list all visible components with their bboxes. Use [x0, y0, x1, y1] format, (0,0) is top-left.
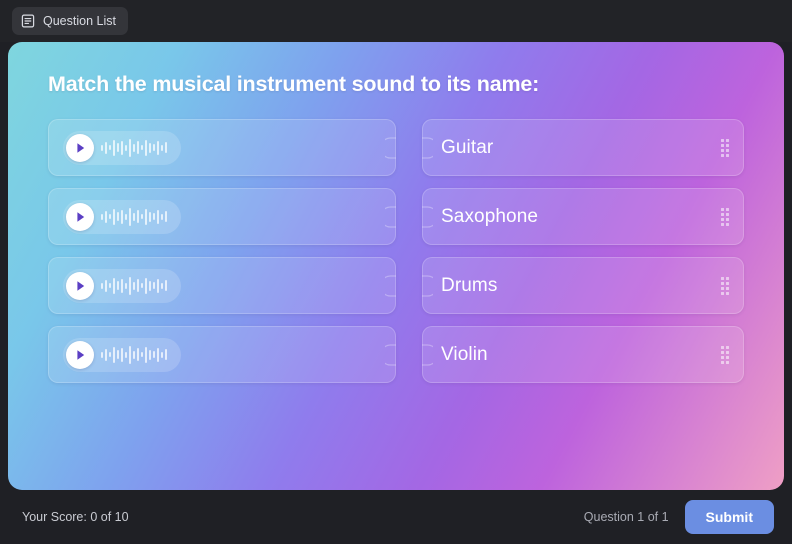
play-icon[interactable]: [66, 133, 94, 162]
answer-label: Drums: [441, 274, 498, 296]
audio-prompt-card[interactable]: [48, 326, 396, 383]
quiz-panel: Match the musical instrument sound to it…: [8, 42, 784, 490]
connector-gap: [396, 326, 422, 383]
top-bar: Question List: [0, 0, 792, 42]
match-row: Violin: [48, 326, 744, 383]
puzzle-notch-left: [422, 274, 439, 297]
puzzle-notch-left: [422, 136, 439, 159]
quiz-panel-container: Match the musical instrument sound to it…: [0, 42, 792, 490]
question-list-label: Question List: [43, 14, 116, 28]
audio-player[interactable]: [63, 337, 181, 372]
puzzle-notch-left: [422, 205, 439, 228]
drag-handle-icon[interactable]: [721, 345, 729, 364]
answer-card[interactable]: Saxophone: [422, 188, 744, 245]
match-row: Drums: [48, 257, 744, 314]
puzzle-notch-right: [379, 343, 396, 366]
footer-actions: Question 1 of 1 Submit: [584, 500, 774, 534]
answer-label: Guitar: [441, 136, 494, 158]
match-row: Saxophone: [48, 188, 744, 245]
audio-player[interactable]: [63, 199, 181, 234]
audio-prompt-card[interactable]: [48, 119, 396, 176]
answer-label: Saxophone: [441, 205, 539, 227]
play-icon[interactable]: [66, 271, 94, 300]
answer-card[interactable]: Drums: [422, 257, 744, 314]
connector-gap: [396, 188, 422, 245]
connector-gap: [396, 119, 422, 176]
puzzle-notch-right: [379, 205, 396, 228]
score-text: Your Score: 0 of 10: [22, 510, 129, 524]
drag-handle-icon[interactable]: [721, 276, 729, 295]
audio-waveform: [101, 138, 167, 158]
drag-handle-icon[interactable]: [721, 207, 729, 226]
audio-player[interactable]: [63, 130, 181, 165]
submit-button[interactable]: Submit: [684, 500, 774, 534]
puzzle-notch-right: [379, 274, 396, 297]
document-list-icon: [21, 14, 35, 28]
match-row: Guitar: [48, 119, 744, 176]
answer-card[interactable]: Guitar: [422, 119, 744, 176]
play-icon[interactable]: [66, 340, 94, 369]
audio-prompt-card[interactable]: [48, 257, 396, 314]
play-icon[interactable]: [66, 202, 94, 231]
footer-bar: Your Score: 0 of 10 Question 1 of 1 Subm…: [0, 490, 792, 544]
puzzle-notch-right: [379, 136, 396, 159]
answer-label: Violin: [441, 343, 488, 365]
question-counter: Question 1 of 1: [583, 510, 669, 524]
drag-handle-icon[interactable]: [721, 138, 729, 157]
audio-player[interactable]: [63, 268, 181, 303]
page-title: Match the musical instrument sound to it…: [48, 72, 540, 96]
question-list-button[interactable]: Question List: [12, 7, 128, 35]
audio-prompt-card[interactable]: [48, 188, 396, 245]
answer-card[interactable]: Violin: [422, 326, 744, 383]
puzzle-notch-left: [422, 343, 439, 366]
connector-gap: [396, 257, 422, 314]
audio-waveform: [101, 345, 167, 365]
match-rows: Guitar Saxophone Drums Violin: [48, 119, 744, 383]
audio-waveform: [101, 207, 167, 227]
quiz-app-window: Question List Match the musical instrume…: [0, 0, 792, 544]
audio-waveform: [101, 276, 167, 296]
